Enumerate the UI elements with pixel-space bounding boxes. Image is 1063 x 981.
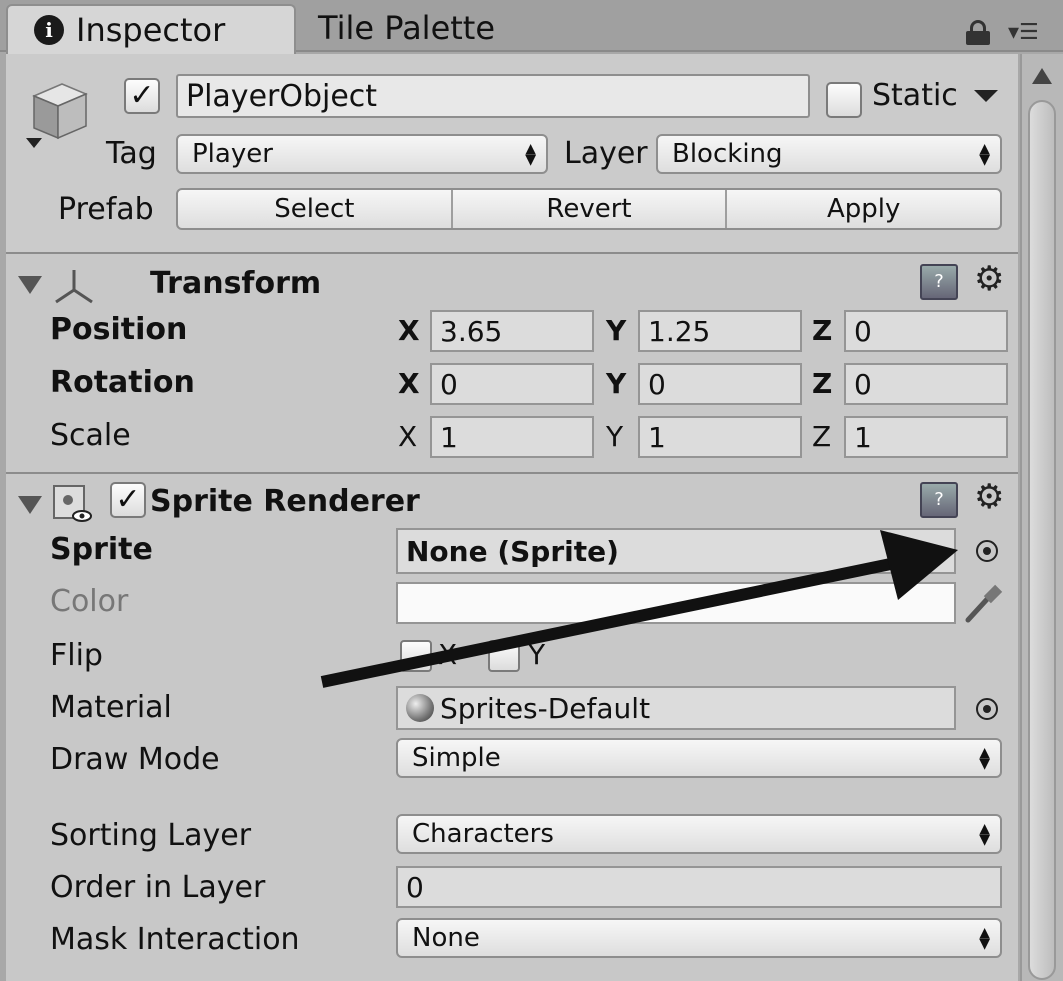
- active-checkbox[interactable]: ✓: [124, 78, 160, 114]
- cube-icon: [26, 83, 88, 148]
- flip-y-checkbox[interactable]: [488, 640, 520, 672]
- gear-icon[interactable]: ⚙: [974, 262, 1004, 296]
- draw-mode-dropdown[interactable]: Simple ▲ ▼: [396, 738, 1002, 778]
- info-icon: i: [34, 15, 64, 45]
- gear-icon[interactable]: ⚙: [974, 480, 1004, 514]
- lock-icon[interactable]: [966, 20, 990, 45]
- mask-interaction-label: Mask Interaction: [50, 922, 300, 957]
- sprite-renderer-enabled-checkbox[interactable]: ✓: [110, 482, 146, 518]
- dropdown-arrows-icon: ▲ ▼: [525, 141, 536, 168]
- transform-header[interactable]: Transform ? ⚙: [6, 256, 1018, 312]
- position-label: Position: [50, 312, 188, 347]
- material-field[interactable]: Sprites-Default: [396, 686, 956, 730]
- scroll-thumb[interactable]: [1028, 100, 1056, 980]
- sprite-renderer-icon: [53, 485, 92, 522]
- axis-z-label: Z: [812, 420, 832, 453]
- sprite-renderer-title: Sprite Renderer: [150, 484, 420, 519]
- axis-z-label: Z: [812, 314, 833, 347]
- static-label: Static: [872, 78, 958, 113]
- prefab-label: Prefab: [58, 192, 154, 227]
- help-book-icon[interactable]: ?: [920, 482, 958, 518]
- position-x-field[interactable]: 3.65: [430, 310, 594, 352]
- flip-x-label: X: [438, 638, 458, 671]
- section-divider: [6, 472, 1018, 474]
- dropdown-arrows-icon: ▲ ▼: [979, 745, 990, 772]
- layer-value: Blocking: [672, 139, 783, 169]
- color-field[interactable]: [396, 582, 956, 624]
- sorting-layer-value: Characters: [412, 819, 554, 849]
- object-name-field[interactable]: PlayerObject: [176, 74, 810, 118]
- sorting-layer-label: Sorting Layer: [50, 818, 252, 853]
- scale-label: Scale: [50, 418, 131, 453]
- tab-inspector[interactable]: i Inspector: [6, 4, 296, 54]
- transform-title: Transform: [150, 266, 322, 301]
- static-checkbox[interactable]: [826, 82, 862, 118]
- prefab-revert-button[interactable]: Revert: [453, 190, 728, 228]
- tab-bar: i Inspector Tile Palette ▾☰: [0, 0, 1063, 54]
- object-picker-icon[interactable]: [976, 698, 998, 720]
- static-dropdown-arrow-icon[interactable]: [974, 90, 998, 102]
- order-in-layer-label: Order in Layer: [50, 870, 266, 905]
- foldout-arrow-icon[interactable]: [18, 496, 42, 514]
- prefab-apply-button[interactable]: Apply: [727, 190, 1000, 228]
- menu-icon[interactable]: ▾☰: [1008, 22, 1039, 44]
- mask-interaction-dropdown[interactable]: None ▲ ▼: [396, 918, 1002, 958]
- scale-x-field[interactable]: 1: [430, 416, 594, 458]
- axis-y-label: Y: [606, 367, 627, 400]
- prefab-select-button[interactable]: Select: [178, 190, 453, 228]
- flip-y-label: Y: [528, 638, 546, 671]
- tag-value: Player: [192, 139, 273, 169]
- eyedropper-icon[interactable]: [962, 582, 1006, 624]
- axis-z-label: Z: [812, 367, 833, 400]
- material-sphere-icon: [406, 694, 434, 722]
- color-label: Color: [50, 584, 129, 619]
- transform-axes-icon: [55, 270, 93, 304]
- scroll-up-arrow-icon[interactable]: [1032, 68, 1052, 84]
- axis-y-label: Y: [606, 314, 627, 347]
- sprite-label: Sprite: [50, 532, 153, 567]
- flip-label: Flip: [50, 638, 103, 673]
- material-label: Material: [50, 690, 172, 725]
- scale-z-field[interactable]: 1: [844, 416, 1008, 458]
- tab-tile-palette-label: Tile Palette: [318, 9, 496, 47]
- material-value: Sprites-Default: [440, 691, 651, 725]
- order-in-layer-field[interactable]: 0: [396, 866, 1002, 908]
- position-y-field[interactable]: 1.25: [638, 310, 802, 352]
- tag-dropdown[interactable]: Player ▲ ▼: [176, 134, 548, 174]
- draw-mode-value: Simple: [412, 743, 501, 773]
- draw-mode-label: Draw Mode: [50, 742, 220, 777]
- inspector-panel: ✓ PlayerObject Static Tag Player ▲ ▼ Laye…: [6, 54, 1018, 981]
- axis-x-label: X: [398, 314, 420, 347]
- dropdown-arrows-icon: ▲ ▼: [979, 141, 990, 168]
- axis-x-label: X: [398, 420, 418, 453]
- scale-y-field[interactable]: 1: [638, 416, 802, 458]
- layer-dropdown[interactable]: Blocking ▲ ▼: [656, 134, 1002, 174]
- sorting-layer-dropdown[interactable]: Characters ▲ ▼: [396, 814, 1002, 854]
- rotation-x-field[interactable]: 0: [430, 363, 594, 405]
- object-header: ✓ PlayerObject Static Tag Player ▲ ▼ Laye…: [6, 54, 1018, 254]
- rotation-y-field[interactable]: 0: [638, 363, 802, 405]
- foldout-arrow-icon[interactable]: [18, 276, 42, 294]
- tab-tile-palette[interactable]: Tile Palette: [318, 4, 495, 52]
- rotation-label: Rotation: [50, 365, 195, 400]
- dropdown-arrows-icon: ▲ ▼: [979, 925, 990, 952]
- sprite-renderer-header[interactable]: ✓ Sprite Renderer ? ⚙: [6, 476, 1018, 532]
- help-book-icon[interactable]: ?: [920, 264, 958, 300]
- axis-x-label: X: [398, 367, 420, 400]
- tag-label: Tag: [106, 136, 157, 171]
- vertical-scrollbar[interactable]: [1020, 54, 1063, 981]
- dropdown-arrows-icon: ▲ ▼: [979, 821, 990, 848]
- flip-x-checkbox[interactable]: [400, 640, 432, 672]
- axis-y-label: Y: [606, 420, 624, 453]
- rotation-z-field[interactable]: 0: [844, 363, 1008, 405]
- sprite-field[interactable]: None (Sprite): [396, 528, 956, 574]
- prefab-button-group: Select Revert Apply: [176, 188, 1002, 230]
- position-z-field[interactable]: 0: [844, 310, 1008, 352]
- mask-interaction-value: None: [412, 923, 480, 953]
- tab-inspector-label: Inspector: [76, 11, 226, 49]
- layer-label: Layer: [564, 136, 648, 171]
- object-picker-icon[interactable]: [976, 540, 998, 562]
